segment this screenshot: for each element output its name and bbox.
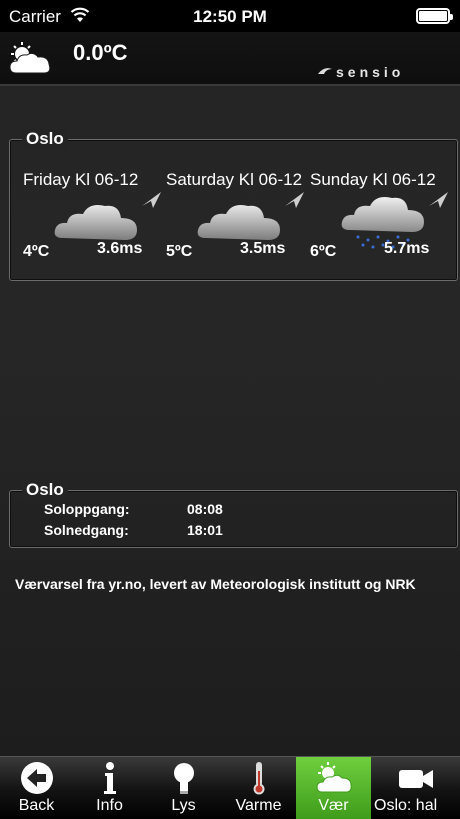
sunrise-label: Soloppgang: [44, 501, 130, 517]
tab-lys[interactable]: Lys [146, 757, 221, 819]
clock: 12:50 PM [193, 7, 267, 26]
back-arrow-icon [20, 762, 53, 794]
forecast-wind-speed: 3.5ms [240, 240, 286, 257]
current-temperature: 0.0ºC [73, 40, 128, 65]
forecast-day-label: Sunday Kl 06-12 [310, 170, 436, 189]
forecast-day-label: Saturday Kl 06-12 [166, 170, 303, 189]
forecast-temperature: 5ºC [166, 243, 193, 260]
sunset-label: Solnedgang: [44, 522, 129, 538]
forecast-credit: Værvarsel fra yr.no, levert av Meteorolo… [15, 576, 416, 592]
status-bar: Carrier 12:50 PM [0, 0, 460, 32]
wind-direction-arrow-icon [142, 192, 161, 208]
tab-oslo-camera[interactable]: Oslo: hal [371, 757, 460, 819]
tab-vaer[interactable]: Vær [296, 757, 371, 819]
tab-bar: Back Info Lys Varme Vær Oslo: hal [0, 756, 460, 819]
forecast-wind-speed: 5.7ms [384, 240, 430, 257]
tab-info[interactable]: Info [73, 757, 146, 819]
forecast-temperature: 4ºC [23, 243, 50, 260]
tab-label: Back [18, 797, 55, 814]
tab-varme[interactable]: Varme [221, 757, 296, 819]
partly-cloudy-icon [9, 42, 51, 74]
forecast-panel: Oslo Friday Kl 06-12 4ºC 3.6ms Saturday … [9, 129, 460, 281]
svg-text:sensio: sensio [336, 65, 404, 79]
wind-direction-arrow-icon [429, 192, 448, 208]
sunrise-time: 08:08 [187, 501, 223, 517]
sunset-row: Solnedgang: 18:01 [44, 522, 223, 538]
weather-icon [315, 762, 352, 793]
tab-back[interactable]: Back [0, 757, 73, 819]
tab-label: Info [96, 797, 123, 814]
forecast-day: Friday Kl 06-12 4ºC 3.6ms [23, 170, 173, 270]
info-icon [103, 762, 116, 794]
weather-content: Oslo Friday Kl 06-12 4ºC 3.6ms Saturday … [0, 86, 460, 756]
forecast-location-title: Oslo [22, 129, 68, 149]
tab-label: Lys [171, 797, 196, 814]
sensio-logo: sensio [318, 65, 404, 79]
battery-icon [416, 8, 453, 24]
forecast-day: Sunday Kl 06-12 6ºC 5.7ms [310, 170, 460, 270]
sun-times-panel: Oslo Soloppgang: 08:08 Solnedgang: 18:01 [9, 480, 458, 548]
tab-label: Varme [235, 797, 282, 814]
forecast-day: Saturday Kl 06-12 5ºC 3.5ms [166, 170, 316, 270]
sunset-time: 18:01 [187, 522, 223, 538]
tab-label: Oslo: hal [374, 797, 438, 814]
forecast-wind-speed: 3.6ms [97, 240, 143, 257]
sun-location-title: Oslo [22, 480, 68, 500]
forecast-day-label: Friday Kl 06-12 [23, 170, 139, 189]
light-bulb-icon [173, 763, 194, 794]
sunrise-row: Soloppgang: 08:08 [44, 501, 223, 517]
thermometer-icon [253, 762, 264, 795]
video-camera-icon [398, 770, 433, 788]
tab-label: Vær [318, 797, 349, 814]
header-bar: 0.0ºC sensio [0, 32, 460, 86]
forecast-temperature: 6ºC [310, 243, 337, 260]
wind-direction-arrow-icon [285, 192, 304, 208]
